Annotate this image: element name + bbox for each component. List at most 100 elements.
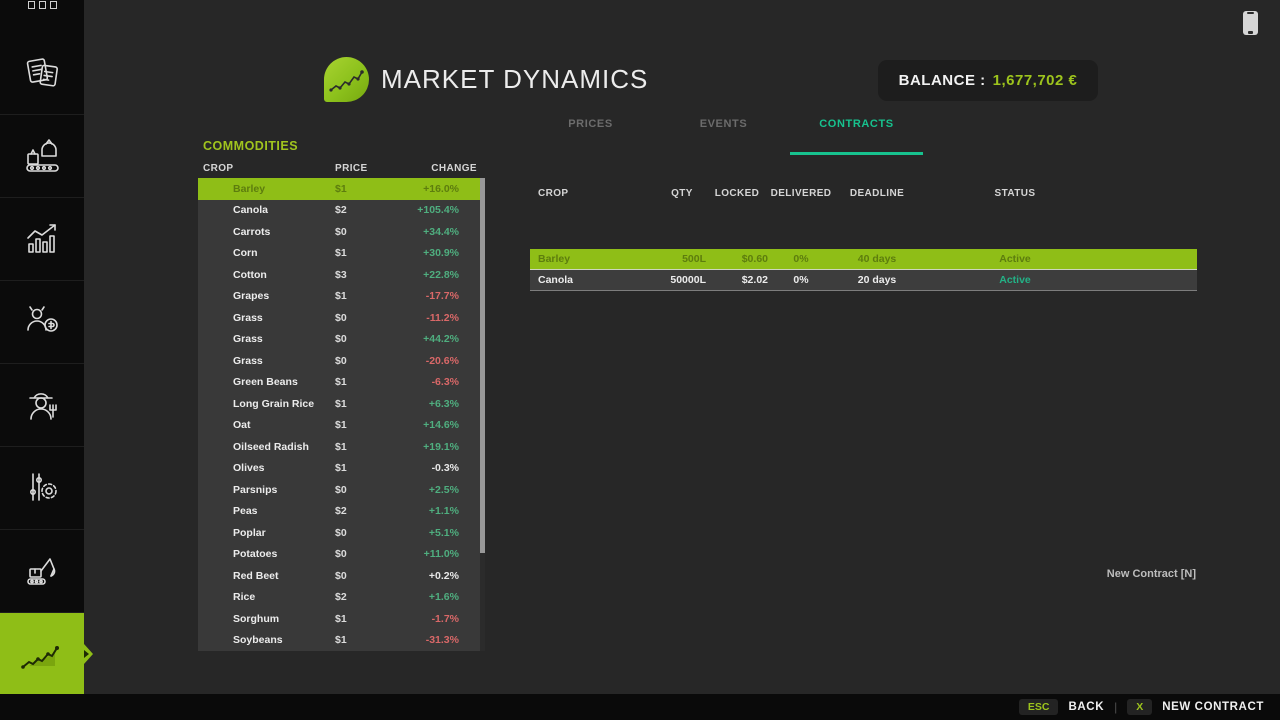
crop-icon [203,527,233,539]
crop-price: $1 [335,419,395,431]
crop-name: Corn [233,247,335,259]
sidebar-item-farmer[interactable] [0,363,84,446]
crop-icon [203,419,233,431]
crop-name: Green Beans [233,376,335,388]
commodity-row[interactable]: Peas$2+1.1% [198,501,485,523]
contract-row[interactable]: Canola50000L$2.020%20 daysActive [530,270,1197,291]
commodity-row[interactable]: Olives$1-0.3% [198,458,485,480]
crop-icon [203,312,233,324]
crop-icon [203,505,233,517]
crop-change: +0.2% [395,570,459,582]
sidebar-item-market-dynamics[interactable] [0,612,84,694]
crop-icon [203,398,233,410]
column-header-status: STATUS [920,188,1110,199]
commodity-row[interactable]: Oat$1+14.6% [198,415,485,437]
crop-change: -31.3% [395,634,459,646]
balance-value: 1,677,702 € [993,72,1078,89]
contract-row[interactable]: Barley500L$0.600%40 daysActive [530,249,1197,270]
commodity-row[interactable]: Cotton$3+22.8% [198,264,485,286]
commodity-row[interactable]: Red Beet$0+0.2% [198,565,485,587]
sidebar-item-sales[interactable] [0,280,84,363]
commodities-scrollbar[interactable] [480,178,485,651]
column-header-delivered: DELIVERED [768,188,834,199]
production-icon [20,134,64,178]
crop-name: Grapes [233,290,335,302]
commodity-row[interactable]: Rice$2+1.6% [198,587,485,609]
crop-change: +2.5% [395,484,459,496]
column-header-locked: LOCKED [706,188,768,199]
sidebar-item-construction[interactable] [0,529,84,612]
contract-delivered: 0% [768,253,834,265]
commodity-row[interactable]: Grass$0-20.6% [198,350,485,372]
crop-change: -17.7% [395,290,459,302]
commodity-row[interactable]: Grass$0-11.2% [198,307,485,329]
commodity-row[interactable]: Sorghum$1-1.7% [198,608,485,630]
commodity-row[interactable]: Soybeans$1-31.3% [198,630,485,652]
crop-name: Grass [233,333,335,345]
commodity-row[interactable]: Parsnips$0+2.5% [198,479,485,501]
crop-price: $2 [335,505,395,517]
commodity-row[interactable]: Green Beans$1-6.3% [198,372,485,394]
commodity-row[interactable]: Carrots$0+34.4% [198,221,485,243]
crop-change: +30.9% [395,247,459,259]
app-logo [324,57,369,102]
new-contract-hint: New Contract [N] [1107,568,1196,580]
esc-keycap[interactable]: ESC [1019,699,1059,715]
commodity-row[interactable]: Potatoes$0+11.0% [198,544,485,566]
market-dynamics-app: MARKET DYNAMICS BALANCE : 1,677,702 € PR… [0,0,1280,720]
crop-icon [203,376,233,388]
settings-icon [20,466,64,510]
sidebar-item-statistics[interactable] [0,197,84,280]
commodity-row[interactable]: Poplar$0+5.1% [198,522,485,544]
crop-price: $2 [335,591,395,603]
sidebar-item-documents[interactable] [0,31,84,114]
partial-icon [26,0,60,11]
crop-change: +6.3% [395,398,459,410]
tab-bar: PRICESEVENTSCONTRACTS [524,118,923,155]
crop-icon [203,613,233,625]
scrollbar-thumb[interactable] [480,178,485,553]
crop-name: Soybeans [233,634,335,646]
commodity-row[interactable]: Canola$2+105.4% [198,200,485,222]
commodity-row[interactable]: Grapes$1-17.7% [198,286,485,308]
x-keycap[interactable]: X [1127,699,1152,715]
crop-name: Oilseed Radish [233,441,335,453]
sidebar-item-settings[interactable] [0,446,84,529]
crop-price: $1 [335,613,395,625]
column-header-qty: QTY [658,188,706,199]
crop-change: +11.0% [395,548,459,560]
new-contract-button[interactable]: NEW CONTRACT [1162,701,1264,713]
tab-prices[interactable]: PRICES [524,118,657,155]
crop-name: Cotton [233,269,335,281]
excavator-icon [20,549,64,593]
left-sidebar [0,0,84,694]
crop-name: Rice [233,591,335,603]
column-header-price: PRICE [335,163,395,174]
crop-price: $0 [335,570,395,582]
contract-crop: Barley [538,253,658,265]
commodity-row[interactable]: Long Grain Rice$1+6.3% [198,393,485,415]
column-header-crop: CROP [203,163,335,174]
sidebar-item-production[interactable] [0,114,84,197]
back-button[interactable]: BACK [1068,701,1104,713]
crop-name: Sorghum [233,613,335,625]
commodity-row[interactable]: Grass$0+44.2% [198,329,485,351]
crop-icon [203,290,233,302]
column-header-deadline: DEADLINE [834,188,920,199]
crop-price: $1 [335,634,395,646]
tab-events[interactable]: EVENTS [657,118,790,155]
contracts-panel: CROPQTYLOCKEDDELIVEREDDEADLINESTATUS Bar… [530,188,1197,291]
sales-icon [20,300,64,344]
tab-contracts[interactable]: CONTRACTS [790,118,923,155]
crop-icon [203,634,233,646]
crop-price: $0 [335,548,395,560]
crop-price: $1 [335,290,395,302]
commodity-row[interactable]: Corn$1+30.9% [198,243,485,265]
commodity-row[interactable]: Oilseed Radish$1+19.1% [198,436,485,458]
commodities-list: Barley$1+16.0%Canola$2+105.4%Carrots$0+3… [198,178,485,651]
crop-price: $1 [335,441,395,453]
contract-crop: Canola [538,274,658,286]
crop-icon [203,570,233,582]
crop-change: -0.3% [395,462,459,474]
commodity-row[interactable]: Barley$1+16.0% [198,178,485,200]
